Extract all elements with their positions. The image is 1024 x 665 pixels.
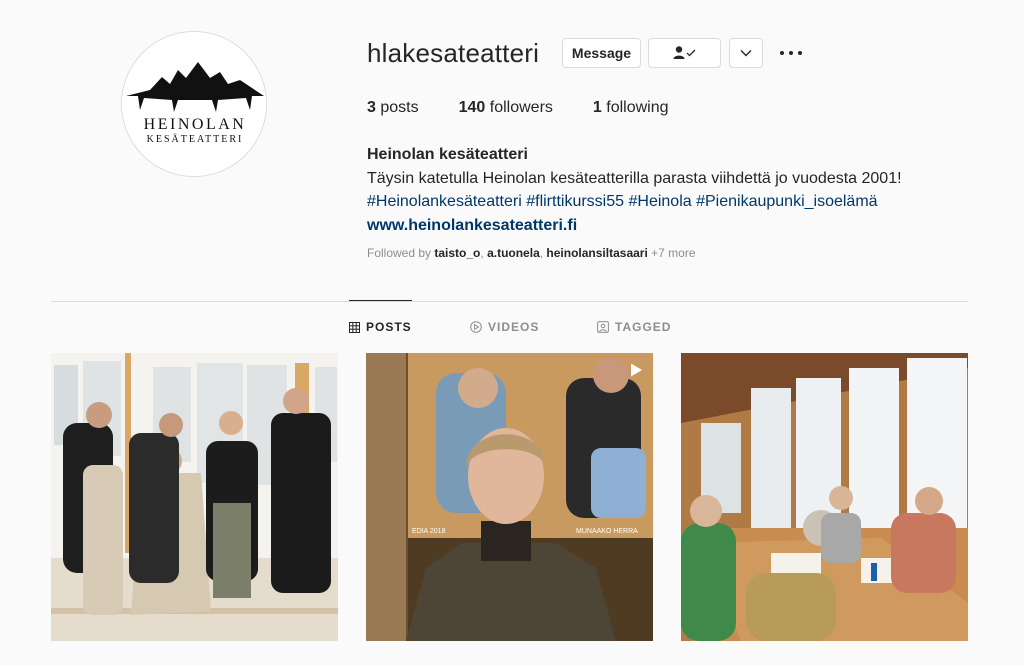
posts-count-value: 3 (367, 99, 376, 116)
post-thumbnail[interactable]: EDIA 2018 MUNAAKO HERRA (366, 353, 653, 641)
posts-count-label: posts (380, 99, 419, 116)
profile-bio: Heinolan kesäteatteri Täysin katetulla H… (367, 143, 902, 237)
message-button[interactable]: Message (562, 38, 641, 68)
ellipsis-icon (798, 51, 802, 55)
follower-link[interactable]: heinolansiltasaari (546, 246, 647, 260)
poster-caption-right: MUNAAKO HERRA (576, 528, 638, 535)
profile-description: Täysin katetulla Heinolan kesäteatterill… (367, 169, 902, 187)
post-image-actress: EDIA 2018 MUNAAKO HERRA (366, 353, 653, 641)
tab-tagged-label: TAGGED (615, 320, 672, 334)
followers-count-label: followers (489, 99, 553, 116)
tag-portrait-icon (597, 321, 609, 333)
play-icon (631, 363, 642, 377)
post-thumbnail[interactable] (681, 353, 968, 641)
hashtag-link[interactable]: #Heinola (628, 193, 691, 210)
more-options-button[interactable] (780, 44, 802, 62)
avatar-logo-line2: KESÄTEATTERI (147, 133, 244, 145)
posts-count[interactable]: 3 posts (367, 99, 419, 117)
play-circle-icon (470, 321, 482, 333)
followers-count[interactable]: 140 followers (459, 99, 553, 117)
profile-full-name: Heinolan kesäteatteri (367, 146, 528, 163)
post-image-cast-group (51, 353, 338, 641)
following-count-label: following (606, 99, 669, 116)
tab-videos[interactable]: VIDEOS (470, 320, 539, 334)
chevron-down-icon (740, 50, 752, 57)
profile-website-link[interactable]: www.heinolankesateatteri.fi (367, 214, 902, 238)
ellipsis-icon (780, 51, 784, 55)
poster-caption-left: EDIA 2018 (412, 528, 446, 535)
post-image-workshop (681, 353, 968, 641)
tab-posts[interactable]: POSTS (349, 320, 412, 334)
following-button[interactable] (648, 38, 721, 68)
follower-link[interactable]: a.tuonela (487, 246, 540, 260)
profile-hashtags: #Heinolankesäteatteri #flirttikurssi55 #… (367, 190, 902, 214)
person-check-icon (673, 46, 695, 59)
followed-by-more[interactable]: +7 more (651, 246, 695, 260)
tab-posts-label: POSTS (366, 320, 412, 334)
followed-by-prefix: Followed by (367, 246, 432, 260)
ellipsis-icon (789, 51, 793, 55)
profile-username: hlakesateatteri (367, 38, 540, 68)
hashtag-link[interactable]: #flirttikurssi55 (526, 193, 624, 210)
suggested-dropdown-button[interactable] (729, 38, 763, 68)
post-thumbnail[interactable] (51, 353, 338, 641)
follower-link[interactable]: taisto_o (434, 246, 480, 260)
followers-count-value: 140 (458, 99, 486, 116)
following-count-value: 1 (592, 99, 602, 116)
tab-tagged[interactable]: TAGGED (597, 320, 671, 334)
followed-by: Followed by taisto_o, a.tuonela, heinola… (367, 246, 696, 260)
active-tab-indicator (349, 300, 412, 301)
theatre-logo: HEINOLAN KESÄTEATTERI (122, 32, 266, 176)
profile-avatar[interactable]: HEINOLAN KESÄTEATTERI (121, 31, 267, 177)
hashtag-link[interactable]: #Pienikaupunki_isoelämä (696, 193, 877, 210)
hashtag-link[interactable]: #Heinolankesäteatteri (367, 193, 522, 210)
grid-icon (349, 321, 360, 333)
tab-videos-label: VIDEOS (488, 320, 540, 334)
avatar-logo-line1: HEINOLAN (144, 116, 247, 133)
tabs-divider (51, 301, 968, 302)
profile-stats: 3 posts 140 followers 1 following (367, 99, 709, 117)
following-count[interactable]: 1 following (593, 99, 669, 117)
